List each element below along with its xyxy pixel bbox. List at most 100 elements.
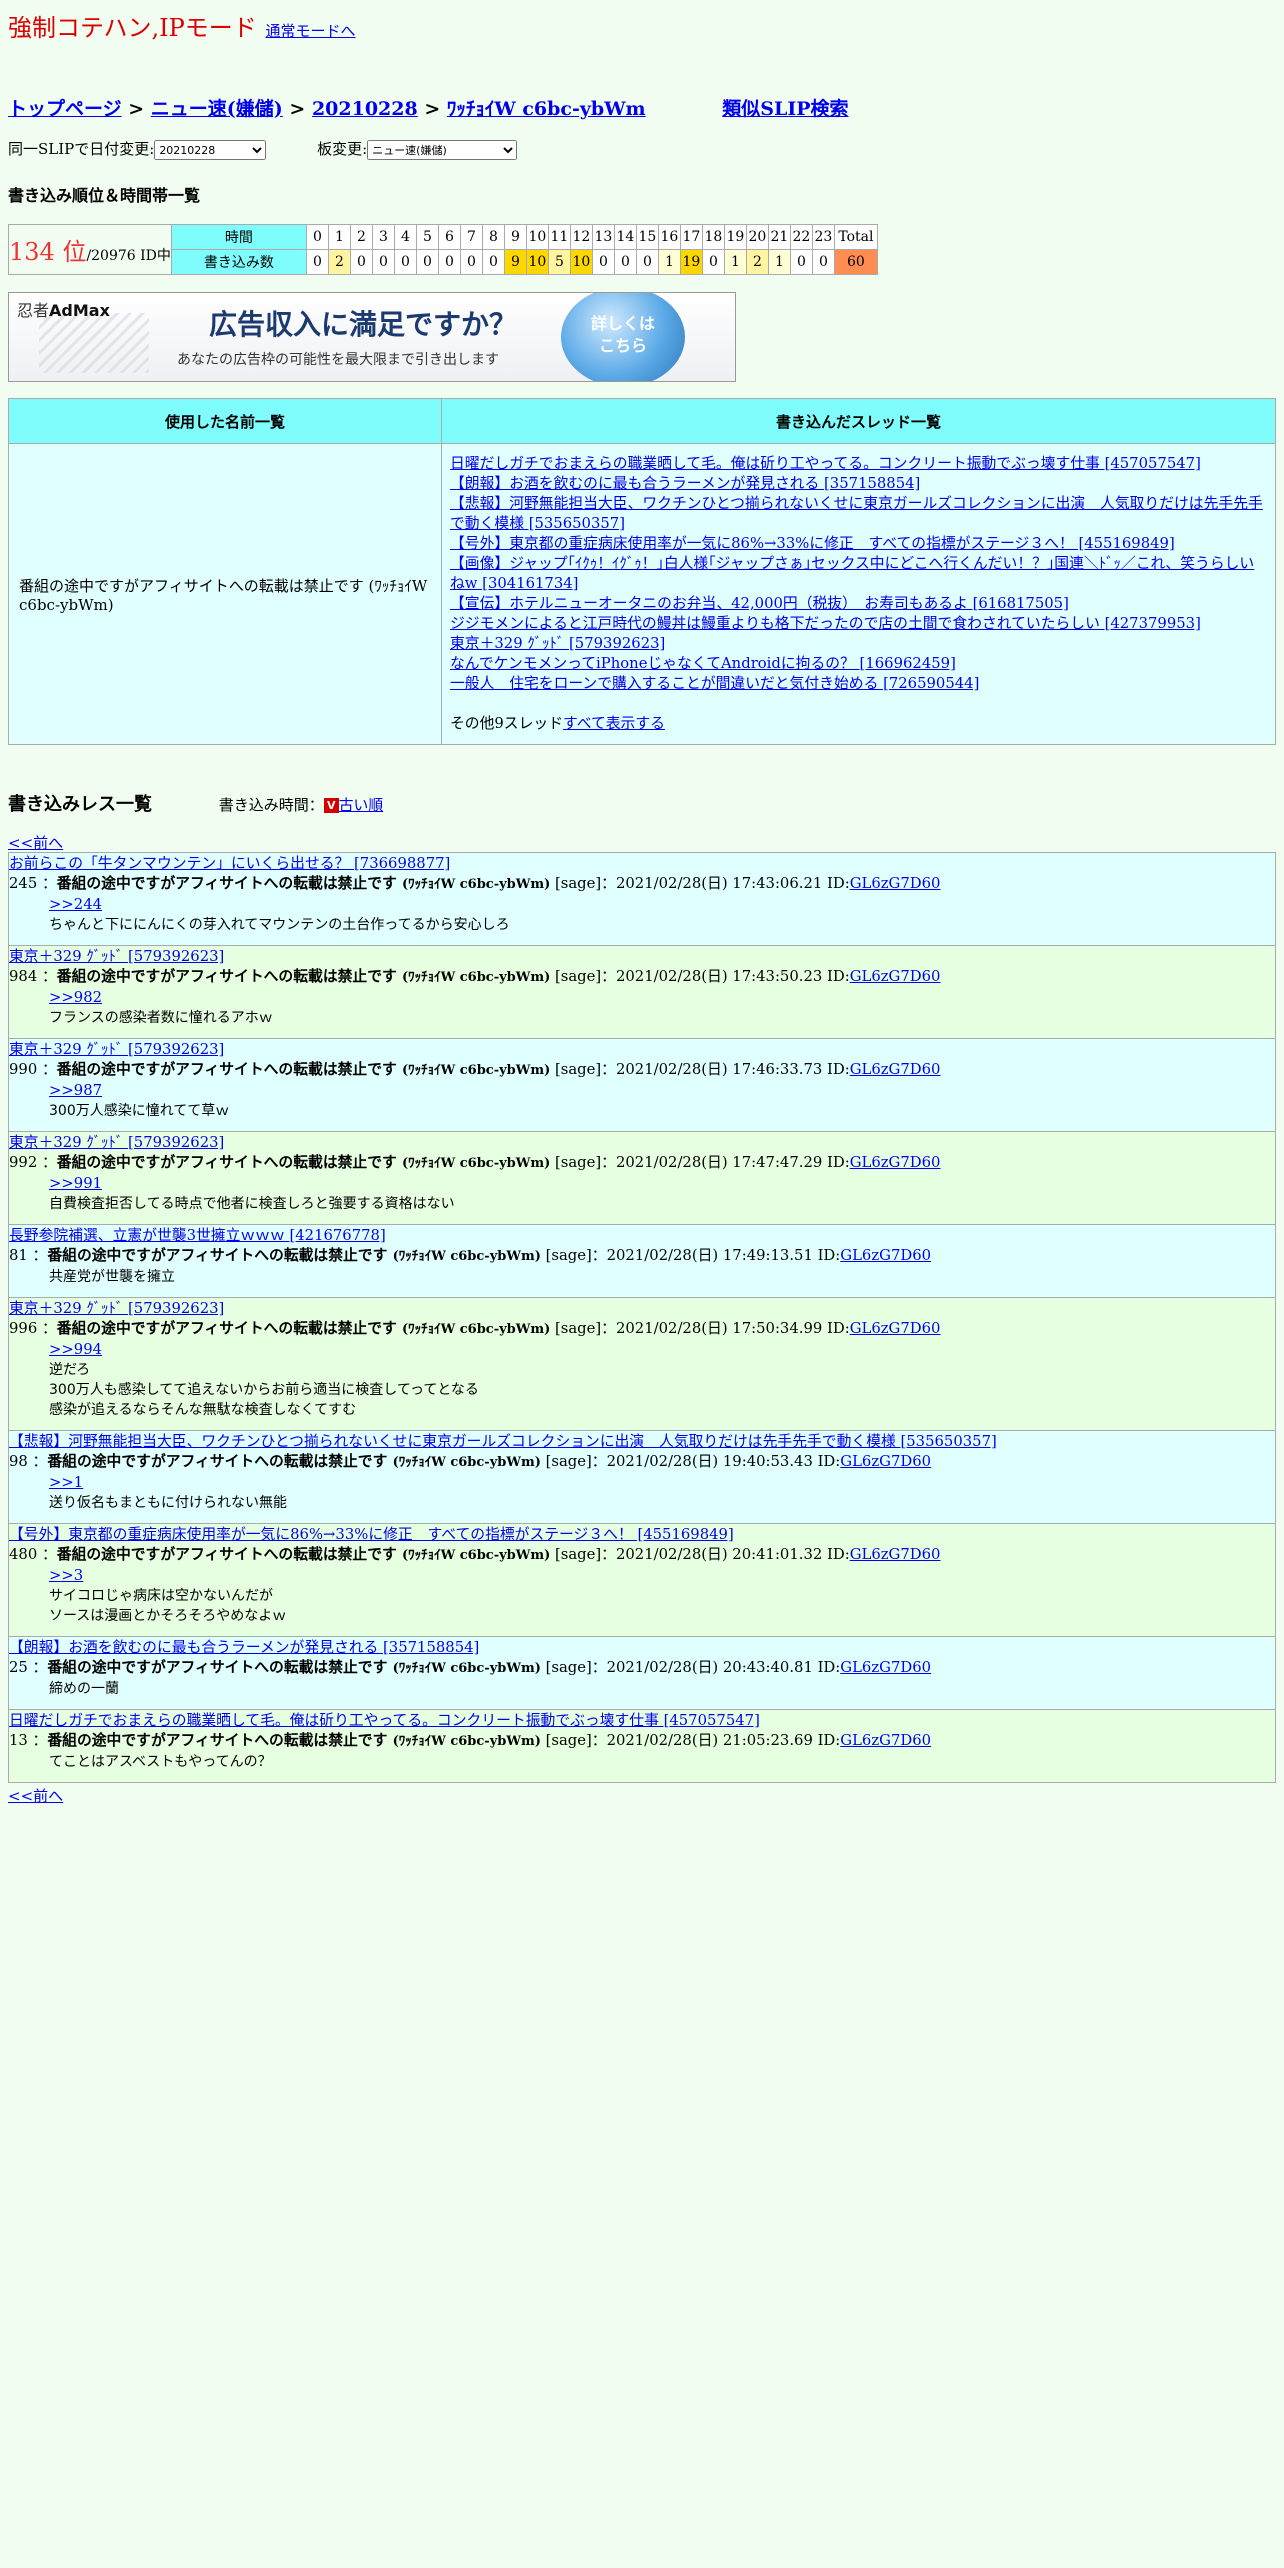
post-thread-link[interactable]: 東京＋329 ｸﾞｯﾄﾞ [579392623] [9, 947, 1275, 967]
count-cell: 9 [503, 249, 527, 275]
post-slip: (ﾜｯﾁｮｲW c6bc-ybWm) [392, 1734, 541, 1749]
count-cell: 0 [481, 249, 505, 275]
hour-cell: 1 [327, 224, 351, 250]
board-select[interactable]: ニュー速(嫌儲) [367, 140, 518, 160]
reply-anchor-link[interactable]: >>994 [49, 1341, 102, 1358]
post: 【悲報】河野無能担当大臣、ワクチンひとつ揃られないくせに東京ガールズコレクション… [8, 1431, 1276, 1524]
hours-row: 134 位/20976 ID中 時間 0 1 2 3 4 5 6 7 8 9 10 11 12 13 14 1… [8, 224, 878, 275]
thread-link[interactable]: ジジモメンによると江戸時代の鰻丼は鰻重よりも格下だったので店の土間で食わされてい… [450, 615, 1201, 632]
count-cell: 1 [723, 249, 747, 275]
post-body: >>987 300万人感染に憧れてて草ｗ [49, 1081, 1275, 1121]
thread-link[interactable]: 【宣伝】ホテルニューオータニのお弁当、42,000円（税抜） お寿司もあるよ [… [450, 595, 1069, 612]
thread-list: 日曜だしガチでおまえらの職業晒して毛。俺は斫り工やってる。コンクリート振動でぶっ… [441, 443, 1276, 745]
ad-subtext: あなたの広告枠の可能性を最大限まで引き出します [177, 352, 499, 368]
post-thread-link[interactable]: 日曜だしガチでおまえらの職業晒して毛。俺は斫り工やってる。コンクリート振動でぶっ… [9, 1711, 1275, 1731]
show-all-link[interactable]: すべて表示する [563, 715, 665, 732]
normal-mode-link[interactable]: 通常モードへ [266, 22, 356, 40]
breadcrumb-sep: > [289, 98, 306, 120]
post-thread-link[interactable]: 東京＋329 ｸﾞｯﾄﾞ [579392623] [9, 1299, 1275, 1319]
sort-oldest-link[interactable]: 古い順 [339, 797, 383, 814]
breadcrumb-sep: > [128, 98, 145, 120]
thread-link[interactable]: なんでケンモメンってiPhoneじゃなくてAndroidに拘るの？ [16696… [450, 655, 956, 672]
count-cell: 2 [327, 249, 351, 275]
header: 強制コテハン,IPモード 通常モードへ [8, 8, 356, 43]
post: 【号外】東京都の重症病床使用率が一気に86%→33%に修正 すべての指標がステー… [8, 1524, 1276, 1637]
hour-cell: 22 [789, 224, 813, 250]
breadcrumb-board[interactable]: ニュー速(嫌儲) [151, 98, 283, 120]
post-id-link[interactable]: GL6zG7D60 [850, 1320, 941, 1337]
post-thread-link[interactable]: 東京＋329 ｸﾞｯﾄﾞ [579392623] [9, 1040, 1275, 1060]
thread-link[interactable]: 【朗報】お酒を飲むのに最も合うラーメンが発見される [357158854] [450, 475, 920, 492]
hour-cell: 2 [349, 224, 373, 250]
post-name: 番組の途中ですがアフィサイトへの転載は禁止です (ﾜｯﾁｮｲW c6bc-ybW… [57, 968, 551, 985]
thread-link[interactable]: 一般人 住宅をローンで購入することが間違いだと気付き始める [726590544… [450, 675, 979, 692]
post-text: サイコロじゃ病床は空かないんだが ソースは漫画とかそろそろやめなよｗ [49, 1588, 287, 1624]
post-name: 番組の途中ですがアフィサイトへの転載は禁止です (ﾜｯﾁｮｲW c6bc-ybW… [57, 1546, 551, 1563]
post-id-link[interactable]: GL6zG7D60 [840, 1247, 931, 1264]
thread-link[interactable]: 東京＋329 ｸﾞｯﾄﾞ [579392623] [450, 635, 665, 652]
reply-anchor-link[interactable]: >>987 [49, 1082, 102, 1099]
post-id-link[interactable]: GL6zG7D60 [840, 1732, 931, 1749]
post-header: 13 ：番組の途中ですがアフィサイトへの転載は禁止です (ﾜｯﾁｮｲW c6bc… [9, 1732, 932, 1749]
count-cell: 5 [547, 249, 571, 275]
post-id-link[interactable]: GL6zG7D60 [840, 1453, 931, 1470]
prev-page-link-top[interactable]: <<前へ [8, 832, 63, 853]
count-cell: 0 [811, 249, 835, 275]
post-id-link[interactable]: GL6zG7D60 [850, 1546, 941, 1563]
post-thread-link[interactable]: 長野参院補選、立憲が世襲3世擁立ｗｗｗ [421676778] [9, 1226, 1275, 1246]
ad-banner[interactable]: 忍者AdMax 広告収入に満足ですか？ あなたの広告枠の可能性を最大限まで引き出… [8, 292, 736, 382]
post-id-link[interactable]: GL6zG7D60 [850, 1061, 941, 1078]
ad-cta-button[interactable]: 詳しくは こちら [561, 293, 685, 381]
count-cell: 19 [679, 249, 703, 275]
post-thread-link[interactable]: 【悲報】河野無能担当大臣、ワクチンひとつ揃られないくせに東京ガールズコレクション… [9, 1432, 1275, 1452]
reply-anchor-link[interactable]: >>1 [49, 1474, 83, 1491]
post-name-text: 番組の途中ですがアフィサイトへの転載は禁止です [56, 968, 397, 985]
post: 【朗報】お酒を飲むのに最も合うラーメンが発見される [357158854] 25 … [8, 1637, 1276, 1710]
count-cell: 10 [569, 249, 593, 275]
date-select[interactable]: 20210228 [154, 140, 267, 160]
post-text: 共産党が世襲を擁立 [49, 1269, 175, 1285]
post-thread-link[interactable]: 【朗報】お酒を飲むのに最も合うラーメンが発見される [357158854] [9, 1638, 1275, 1658]
post-id-link[interactable]: GL6zG7D60 [850, 968, 941, 985]
post-id-link[interactable]: GL6zG7D60 [840, 1659, 931, 1676]
reply-anchor-link[interactable]: >>991 [49, 1175, 102, 1192]
post-thread-link[interactable]: 【号外】東京都の重症病床使用率が一気に86%→33%に修正 すべての指標がステー… [9, 1525, 1275, 1545]
reply-anchor-link[interactable]: >>3 [49, 1567, 83, 1584]
post-text: 締めの一蘭 [49, 1681, 119, 1697]
post-name-text: 番組の途中ですがアフィサイトへの転載は禁止です [47, 1453, 388, 1470]
ad-logo-b: AdMax [49, 301, 110, 320]
thread-link[interactable]: 【号外】東京都の重症病床使用率が一気に86%→33%に修正 すべての指標がステー… [450, 535, 1175, 552]
breadcrumb-top[interactable]: トップページ [8, 98, 122, 120]
total-value: 60 [833, 249, 878, 275]
post-header: 98 ：番組の途中ですがアフィサイトへの転載は禁止です (ﾜｯﾁｮｲW c6bc… [9, 1453, 932, 1470]
hour-cell: 17 [679, 224, 703, 250]
reply-anchor-link[interactable]: >>982 [49, 989, 102, 1006]
post-name-text: 番組の途中ですがアフィサイトへの転載は禁止です [47, 1659, 388, 1676]
post-text: 300万人感染に憧れてて草ｗ [49, 1103, 230, 1119]
post-number: 984 [9, 968, 38, 985]
post-name-text: 番組の途中ですがアフィサイトへの転載は禁止です [56, 1320, 397, 1337]
post-thread-link[interactable]: お前らこの「牛タンマウンテン」にいくら出せる？ [736698877] [9, 854, 1275, 874]
prev-page-link-bottom[interactable]: <<前へ [8, 1785, 63, 1806]
count-cell: 0 [415, 249, 439, 275]
thread-link[interactable]: 日曜だしガチでおまえらの職業晒して毛。俺は斫り工やってる。コンクリート振動でぶっ… [450, 455, 1201, 472]
post-name-text: 番組の途中ですがアフィサイトへの転載は禁止です [56, 1061, 397, 1078]
post-thread-link[interactable]: 東京＋329 ｸﾞｯﾄﾞ [579392623] [9, 1133, 1275, 1153]
similar-slip-search-link[interactable]: 類似SLIP検索 [722, 98, 848, 120]
post-id-link[interactable]: GL6zG7D60 [850, 875, 941, 892]
breadcrumb-date[interactable]: 20210228 [312, 98, 418, 120]
reply-anchor-link[interactable]: >>244 [49, 896, 102, 913]
hour-cell: 9 [503, 224, 527, 250]
post-body: >>1 送り仮名もまともに付けられない無能 [49, 1473, 1275, 1513]
hour-cell: 7 [459, 224, 483, 250]
total-label: Total [833, 224, 878, 250]
hour-cell: 16 [657, 224, 681, 250]
post-text: 送り仮名もまともに付けられない無能 [49, 1495, 287, 1511]
thread-link[interactable]: 【画像】ジャップ｢ｲｸｩ！ｲｸﾞｩ！｣白人様｢ジャップさぁ｣セックス中にどこへ行… [450, 555, 1254, 592]
thread-link[interactable]: 【悲報】河野無能担当大臣、ワクチンひとつ揃られないくせに東京ガールズコレクション… [450, 495, 1263, 532]
breadcrumb-slip[interactable]: ﾜｯﾁｮｲW c6bc-ybWm [447, 98, 646, 120]
post-header: 81 ：番組の途中ですがアフィサイトへの転載は禁止です (ﾜｯﾁｮｲW c6bc… [9, 1247, 932, 1264]
post-id-link[interactable]: GL6zG7D60 [850, 1154, 941, 1171]
post-name: 番組の途中ですがアフィサイトへの転載は禁止です (ﾜｯﾁｮｲW c6bc-ybW… [57, 875, 551, 892]
hour-cell: 13 [591, 224, 615, 250]
